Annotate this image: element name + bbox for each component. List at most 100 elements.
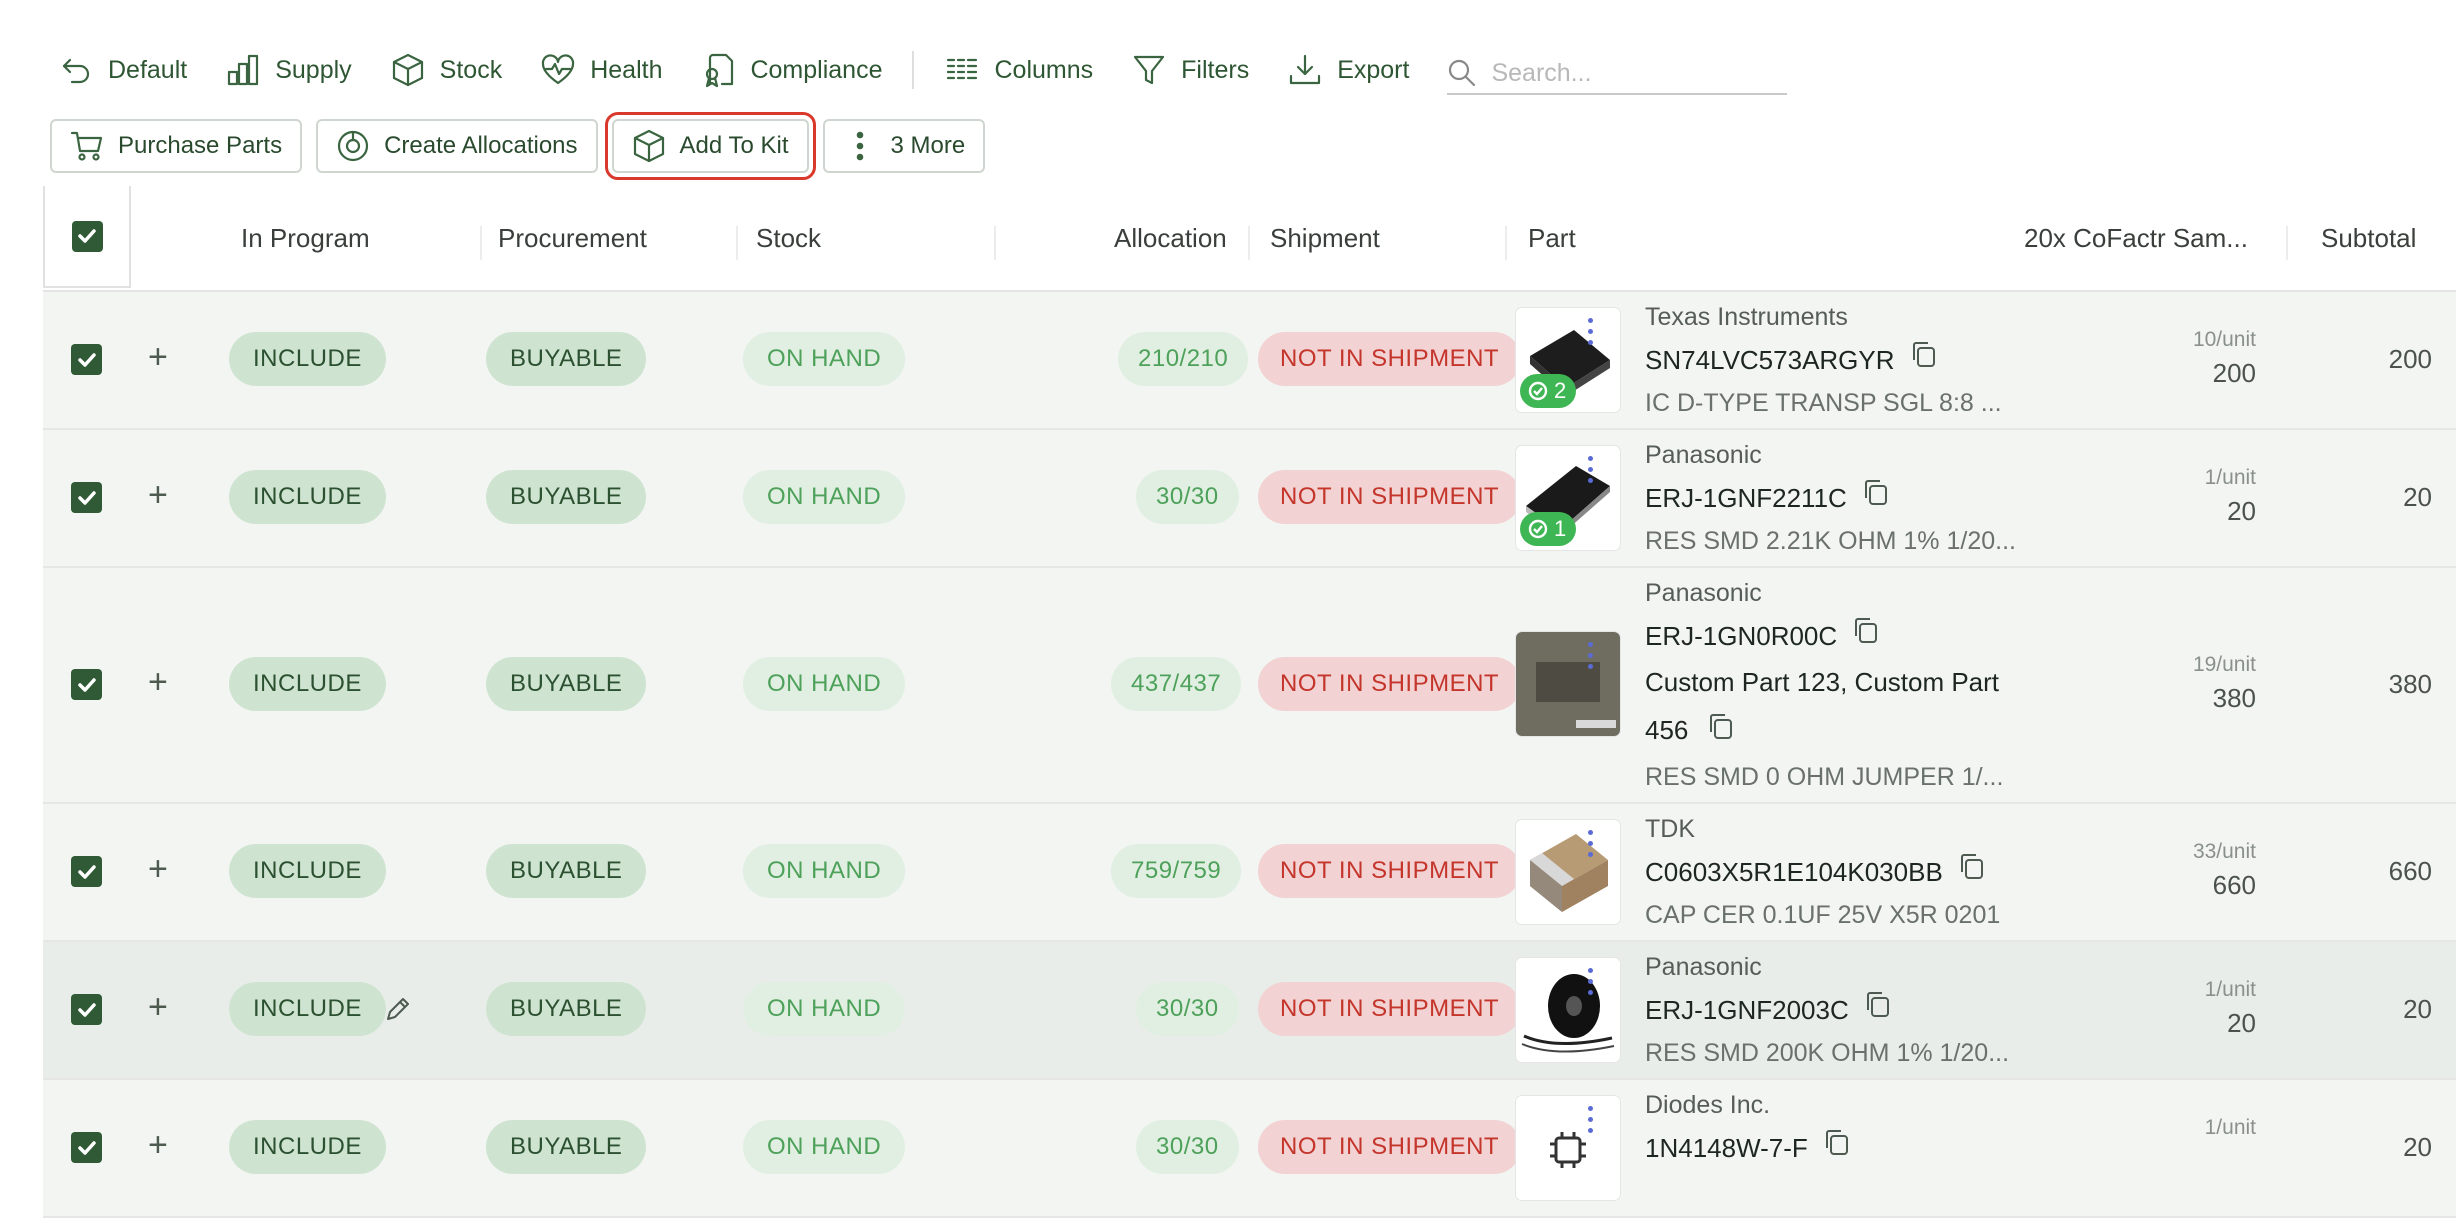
include-pill[interactable]: INCLUDE: [229, 1120, 386, 1174]
header-allocation[interactable]: Allocation: [1114, 186, 1227, 290]
header-part[interactable]: Part: [1528, 186, 1576, 290]
filters-button[interactable]: Filters: [1131, 52, 1249, 88]
part-image[interactable]: 2: [1516, 308, 1620, 412]
part-image[interactable]: 1: [1516, 446, 1620, 550]
part-image[interactable]: [1516, 632, 1620, 736]
copy-icon[interactable]: [1851, 614, 1881, 658]
create-allocations-button[interactable]: Create Allocations: [316, 119, 598, 173]
mpn-text[interactable]: ERJ-1GNF2003C: [1645, 988, 1849, 1032]
header-shipment[interactable]: Shipment: [1270, 186, 1380, 290]
table-row[interactable]: + INCLUDE BUYABLE ON HAND 30/30 NOT IN S…: [43, 1080, 2456, 1218]
edit-pencil-icon[interactable]: [383, 994, 413, 1024]
part-image[interactable]: [1516, 820, 1620, 924]
more-icon[interactable]: [1588, 1106, 1594, 1139]
expand-row-button[interactable]: +: [148, 663, 178, 702]
shipment-pill[interactable]: NOT IN SHIPMENT: [1258, 657, 1522, 711]
expand-row-button[interactable]: +: [148, 338, 178, 377]
copy-icon[interactable]: [1863, 988, 1893, 1032]
procurement-pill: BUYABLE: [486, 844, 647, 898]
copy-icon[interactable]: [1822, 1126, 1852, 1170]
build-quantity: 19/unit 380: [2193, 653, 2256, 714]
copy-icon[interactable]: [1706, 708, 1736, 756]
include-pill[interactable]: INCLUDE: [229, 332, 386, 386]
stock-view-button[interactable]: Stock: [390, 52, 502, 88]
mpn-text[interactable]: ERJ-1GN0R00C: [1645, 614, 1837, 658]
search-input[interactable]: [1489, 57, 1774, 89]
table-row[interactable]: + INCLUDE BUYABLE ON HAND 30/30 NOT IN S…: [43, 430, 2456, 568]
allocation-pill[interactable]: 759/759: [1111, 844, 1242, 898]
expand-row-button[interactable]: +: [148, 850, 178, 889]
custom-part-numbers: Custom Part 123, Custom Part 456: [1645, 658, 2025, 756]
more-icon[interactable]: [1588, 968, 1594, 1001]
table-row[interactable]: + INCLUDE BUYABLE ON HAND 437/437 NOT IN…: [43, 568, 2456, 804]
export-button[interactable]: Export: [1287, 52, 1409, 88]
copy-icon[interactable]: [1861, 476, 1891, 520]
more-icon[interactable]: [1588, 830, 1594, 863]
stock-pill: ON HAND: [743, 1120, 906, 1174]
include-pill[interactable]: INCLUDE: [229, 657, 386, 711]
mpn-text[interactable]: C0603X5R1E104K030BB: [1645, 850, 1943, 894]
columns-button[interactable]: Columns: [944, 52, 1093, 88]
header-subtotal[interactable]: Subtotal: [2321, 186, 2416, 290]
shipment-pill[interactable]: NOT IN SHIPMENT: [1258, 844, 1522, 898]
shipment-pill[interactable]: NOT IN SHIPMENT: [1258, 470, 1522, 524]
more-icon[interactable]: [1588, 642, 1594, 675]
mpn-text[interactable]: ERJ-1GNF2211C: [1645, 476, 1847, 520]
allocation-pill[interactable]: 30/30: [1136, 982, 1239, 1036]
table-row[interactable]: + INCLUDE BUYABLE ON HAND 30/30 NOT IN S…: [43, 942, 2456, 1080]
box-icon: [392, 53, 423, 87]
header-procurement[interactable]: Procurement: [498, 186, 647, 290]
expand-row-button[interactable]: +: [148, 476, 178, 515]
add-to-kit-button[interactable]: Add To Kit: [604, 112, 816, 180]
search-box: [1447, 57, 1788, 95]
allocation-pill[interactable]: 30/30: [1136, 470, 1239, 524]
table-row[interactable]: + INCLUDE BUYABLE ON HAND 210/210 NOT IN…: [43, 292, 2456, 430]
purchase-parts-label: Purchase Parts: [118, 132, 283, 159]
row-checkbox[interactable]: [71, 482, 102, 513]
more-icon[interactable]: [1588, 318, 1594, 351]
shipment-pill[interactable]: NOT IN SHIPMENT: [1258, 332, 1522, 386]
expand-row-button[interactable]: +: [148, 1126, 178, 1165]
stock-pill: ON HAND: [743, 844, 906, 898]
more-actions-button[interactable]: 3 More: [822, 119, 986, 173]
mpn-text[interactable]: 1N4148W-7-F: [1645, 1126, 1808, 1170]
subtotal-value: 380: [2388, 669, 2432, 699]
more-icon[interactable]: [1588, 456, 1594, 489]
table-row[interactable]: + INCLUDE BUYABLE ON HAND 759/759 NOT IN…: [43, 804, 2456, 942]
export-label: Export: [1337, 55, 1410, 84]
header-in-program[interactable]: In Program: [241, 186, 370, 290]
build-quantity: 1/unit 20: [2205, 978, 2256, 1039]
include-pill[interactable]: INCLUDE: [229, 844, 386, 898]
mpn-text[interactable]: SN74LVC573ARGYR: [1645, 338, 1895, 382]
header-build-quantity[interactable]: 20x CoFactr Sam...: [2024, 186, 2248, 290]
row-checkbox[interactable]: [71, 856, 102, 887]
copy-icon[interactable]: [1909, 338, 1939, 382]
part-image[interactable]: [1516, 1096, 1620, 1200]
purchase-parts-button[interactable]: Purchase Parts: [50, 119, 303, 173]
allocation-pill[interactable]: 210/210: [1118, 332, 1249, 386]
copy-icon[interactable]: [1957, 850, 1987, 894]
row-checkbox[interactable]: [71, 344, 102, 375]
shipment-pill[interactable]: NOT IN SHIPMENT: [1258, 1120, 1522, 1174]
select-all-checkbox[interactable]: [71, 220, 103, 252]
shipment-pill[interactable]: NOT IN SHIPMENT: [1258, 982, 1522, 1036]
compliance-view-button[interactable]: Compliance: [700, 52, 882, 88]
row-checkbox[interactable]: [71, 994, 102, 1025]
row-checkbox[interactable]: [71, 669, 102, 700]
default-view-label: Default: [108, 55, 188, 84]
header-separator: [1248, 226, 1250, 260]
parts-table: In Program Procurement Stock Allocation …: [43, 186, 2456, 1218]
part-info: Panasonic ERJ-1GNF2211C RES SMD 2.21K OH…: [1645, 434, 2016, 562]
include-pill[interactable]: INCLUDE: [229, 982, 386, 1036]
supply-view-button[interactable]: Supply: [225, 52, 352, 88]
allocation-pill[interactable]: 437/437: [1111, 657, 1242, 711]
row-checkbox[interactable]: [71, 1132, 102, 1163]
header-stock[interactable]: Stock: [756, 186, 821, 290]
default-view-button[interactable]: Default: [58, 52, 187, 88]
allocation-pill[interactable]: 30/30: [1136, 1120, 1239, 1174]
part-image[interactable]: [1516, 958, 1620, 1062]
manufacturer: Panasonic: [1645, 953, 1762, 981]
health-view-button[interactable]: Health: [540, 52, 662, 88]
expand-row-button[interactable]: +: [148, 988, 178, 1027]
include-pill[interactable]: INCLUDE: [229, 470, 386, 524]
